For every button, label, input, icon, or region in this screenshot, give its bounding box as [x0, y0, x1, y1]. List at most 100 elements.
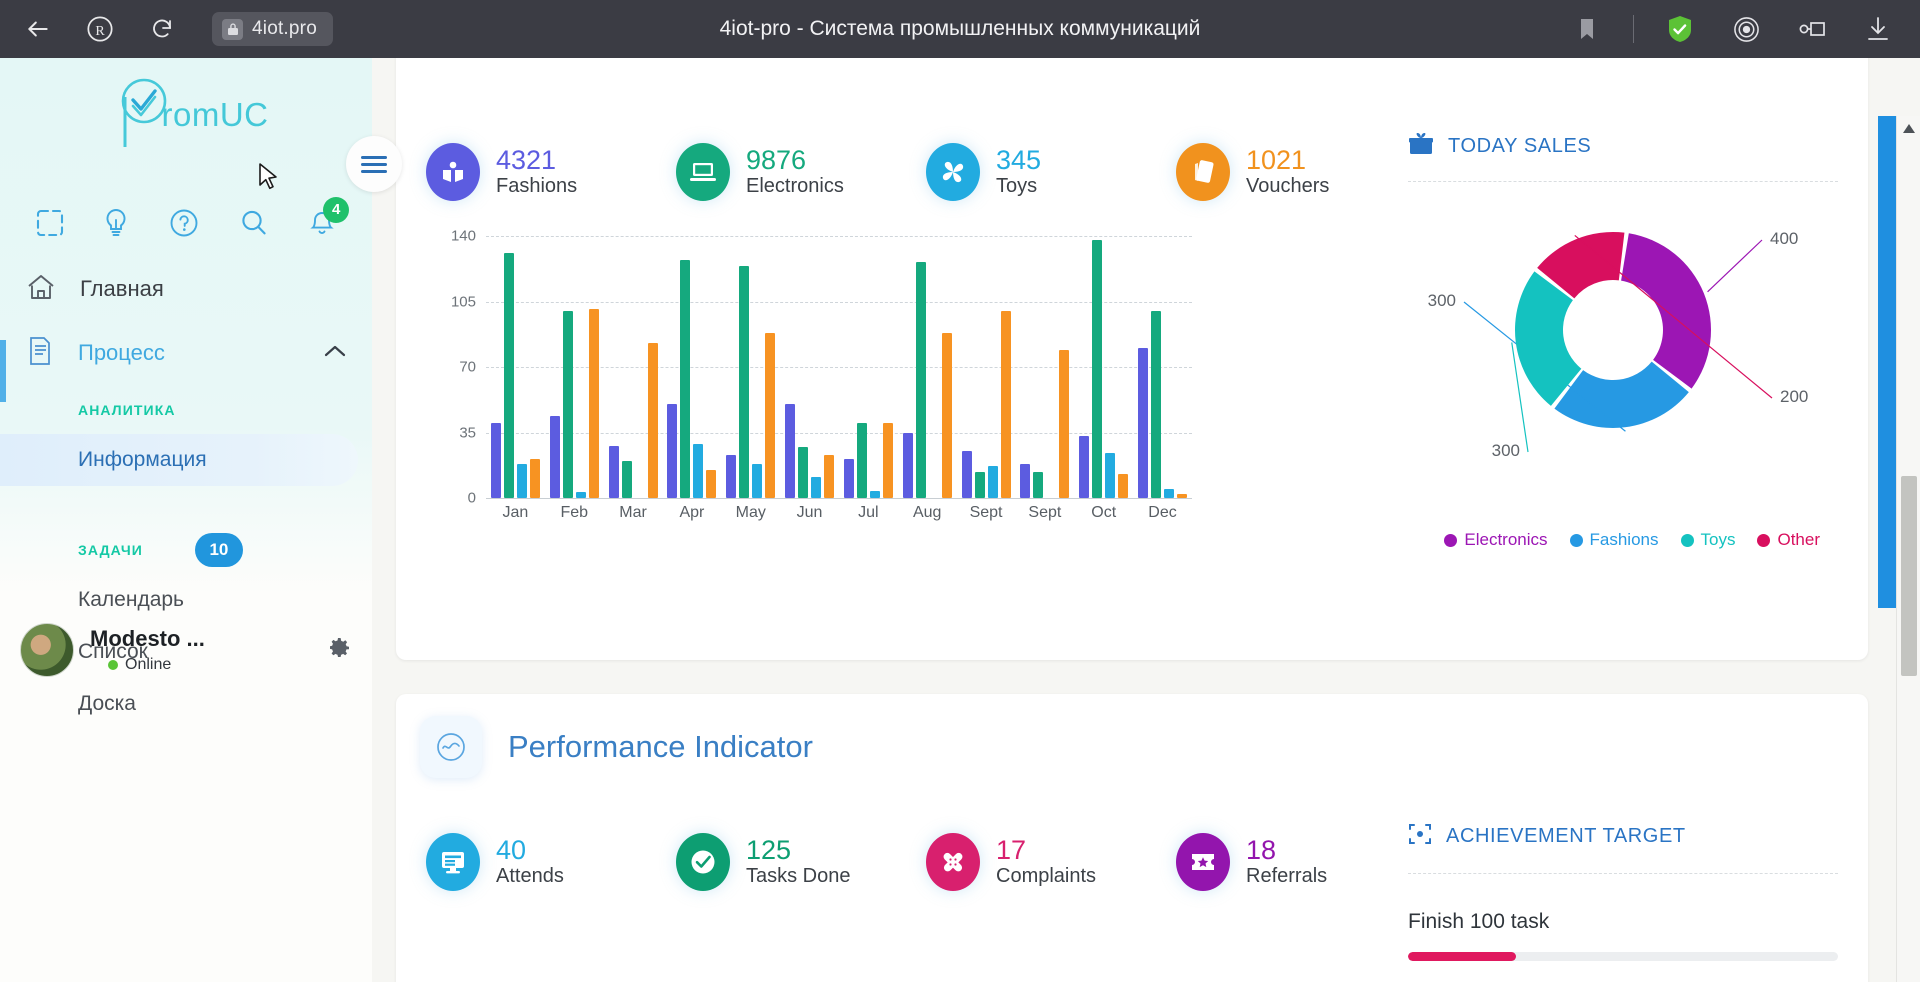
- stat-card-tasks-done: 125Tasks Done: [646, 822, 896, 902]
- sidebar-item-process[interactable]: Процесс: [0, 320, 372, 386]
- bar-chart-y-tick: 140: [451, 228, 476, 245]
- stat-card-complaints: 17Complaints: [896, 822, 1146, 902]
- page-scrollbar[interactable]: [1896, 116, 1920, 982]
- bar[interactable]: [667, 404, 677, 498]
- stat-value: 4321: [496, 146, 577, 176]
- scrollbar-thumb[interactable]: [1901, 476, 1917, 676]
- achievement-progress-bar: [1408, 952, 1838, 961]
- bar[interactable]: [576, 492, 586, 498]
- pulse-wave-icon: [420, 716, 482, 778]
- user-profile[interactable]: Modesto ... Online: [0, 608, 372, 692]
- performance-indicator-header: Performance Indicator: [420, 716, 813, 778]
- bookmark-icon[interactable]: [1567, 9, 1607, 49]
- reload-icon[interactable]: [142, 9, 182, 49]
- bar[interactable]: [517, 464, 527, 498]
- legend-label: Toys: [1701, 530, 1736, 550]
- bar[interactable]: [752, 464, 762, 498]
- page-edge-highlight: [1878, 116, 1896, 608]
- bar[interactable]: [1118, 474, 1128, 498]
- bar[interactable]: [589, 309, 599, 498]
- bar[interactable]: [975, 472, 985, 498]
- stat-card-text: 9876Electronics: [746, 146, 844, 199]
- scroll-up-arrow-icon[interactable]: [1897, 116, 1920, 140]
- bar[interactable]: [739, 266, 749, 498]
- legend-color-dot: [1681, 534, 1694, 547]
- yandex-logo-icon[interactable]: R: [80, 9, 120, 49]
- bar[interactable]: [916, 262, 926, 498]
- lightbulb-icon[interactable]: [103, 208, 129, 243]
- achievement-progress-fill: [1408, 952, 1516, 961]
- bar[interactable]: [1033, 472, 1043, 498]
- bar[interactable]: [870, 491, 880, 498]
- bar[interactable]: [988, 466, 998, 498]
- bar[interactable]: [1177, 494, 1187, 498]
- bar[interactable]: [563, 311, 573, 498]
- bar[interactable]: [1105, 453, 1115, 498]
- bar[interactable]: [1001, 311, 1011, 498]
- chevron-up-icon[interactable]: [324, 344, 346, 363]
- bar[interactable]: [857, 423, 867, 498]
- bar[interactable]: [1092, 240, 1102, 498]
- bar[interactable]: [883, 423, 893, 498]
- stat-card-text: 4321Fashions: [496, 146, 577, 199]
- help-circle-icon[interactable]: [169, 208, 199, 243]
- bar[interactable]: [962, 451, 972, 498]
- bar[interactable]: [785, 404, 795, 498]
- address-bar[interactable]: 4iot.pro: [212, 12, 333, 46]
- promuc-check-circle-icon: [104, 75, 170, 154]
- extensions-icon[interactable]: [1792, 9, 1832, 49]
- achievement-item-label: Finish 100 task: [1408, 910, 1838, 934]
- bar[interactable]: [550, 416, 560, 498]
- search-icon[interactable]: [239, 208, 269, 243]
- sidebar-section-analytics: АНАЛИТИКА: [0, 386, 372, 434]
- legend-item[interactable]: Fashions: [1570, 530, 1659, 550]
- app-logo[interactable]: romUC: [0, 72, 372, 158]
- bar-group: [662, 236, 721, 498]
- shield-protect-icon[interactable]: [1660, 9, 1700, 49]
- bar[interactable]: [1079, 436, 1089, 498]
- stat-card-text: 17Complaints: [996, 836, 1096, 889]
- bar-chart-y-tick: 35: [459, 424, 476, 441]
- browser-toolbar: R 4iot.pro 4iot-pro - Система промышленн…: [0, 0, 1920, 58]
- sidebar-item-home[interactable]: Главная: [0, 258, 372, 320]
- sidebar-item-informaciya[interactable]: Информация: [0, 434, 358, 486]
- bar[interactable]: [648, 343, 658, 498]
- bar[interactable]: [504, 253, 514, 498]
- bar[interactable]: [693, 444, 703, 498]
- bar[interactable]: [1164, 489, 1174, 498]
- gear-icon[interactable]: [328, 636, 352, 665]
- download-icon[interactable]: [1858, 9, 1898, 49]
- notification-bell-icon[interactable]: 4: [308, 208, 336, 243]
- bar[interactable]: [706, 470, 716, 498]
- legend-item[interactable]: Other: [1757, 530, 1820, 550]
- target-ring-icon[interactable]: [1726, 9, 1766, 49]
- bar[interactable]: [491, 423, 501, 498]
- bar[interactable]: [811, 477, 821, 498]
- bar[interactable]: [1059, 350, 1069, 498]
- bar[interactable]: [844, 459, 854, 498]
- legend-item[interactable]: Toys: [1681, 530, 1736, 550]
- bar[interactable]: [1151, 311, 1161, 498]
- bar-group: [1133, 236, 1192, 498]
- today-sales-divider: [1408, 181, 1838, 182]
- bar[interactable]: [1020, 464, 1030, 498]
- performance-indicator-card: Performance Indicator 40Attends 125Tasks …: [396, 694, 1868, 982]
- back-arrow-icon[interactable]: [18, 9, 58, 49]
- bar[interactable]: [726, 455, 736, 498]
- bar[interactable]: [942, 333, 952, 498]
- hamburger-menu-icon[interactable]: [346, 136, 402, 192]
- page-body: romUC: [0, 58, 1920, 982]
- bar[interactable]: [609, 446, 619, 498]
- bar[interactable]: [530, 459, 540, 498]
- bar[interactable]: [824, 455, 834, 498]
- bar[interactable]: [798, 447, 808, 498]
- bar[interactable]: [622, 461, 632, 498]
- legend-item[interactable]: Electronics: [1444, 530, 1547, 550]
- fullscreen-icon[interactable]: [36, 209, 64, 242]
- bar[interactable]: [903, 433, 913, 499]
- bar[interactable]: [1138, 348, 1148, 498]
- stat-card-text: 40Attends: [496, 836, 564, 889]
- sidebar-item-board-label: Доска: [78, 692, 136, 716]
- bar[interactable]: [765, 333, 775, 498]
- bar[interactable]: [680, 260, 690, 498]
